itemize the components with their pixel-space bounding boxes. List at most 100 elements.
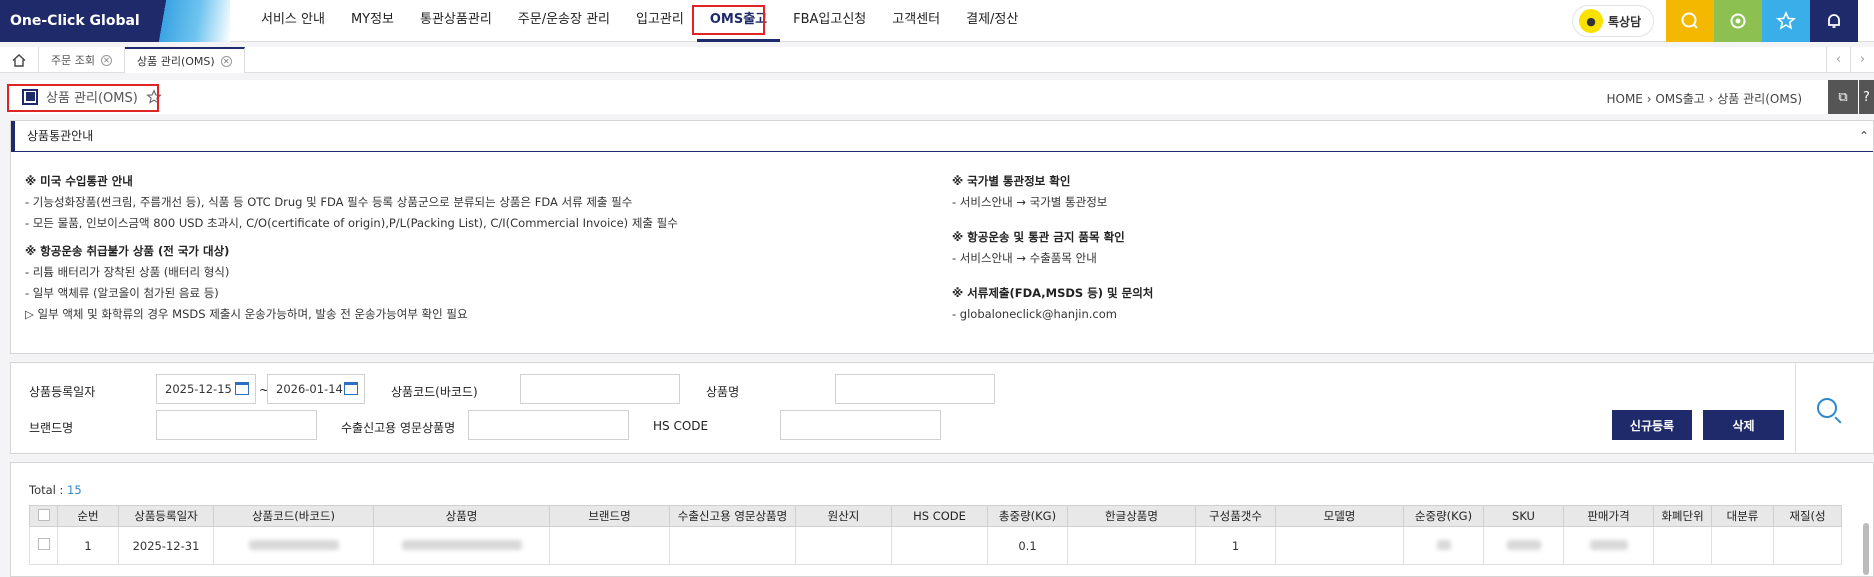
- cell-no: 1: [57, 526, 119, 565]
- menu-customs-products[interactable]: 통관상품관리: [407, 0, 505, 42]
- close-icon[interactable]: ✕: [220, 55, 232, 67]
- date-to-value: 2026-01-14: [276, 382, 343, 396]
- tab-label: 상품 관리(OMS): [136, 55, 215, 68]
- cell-currency: [1653, 526, 1712, 565]
- table-row[interactable]: 1 2025-12-31 0.1 1: [29, 526, 1842, 565]
- search-button[interactable]: [1795, 363, 1857, 453]
- bell-icon: [1828, 14, 1840, 28]
- highlight-box-title: [7, 84, 159, 112]
- column-header[interactable]: 재질(성: [1773, 505, 1842, 527]
- column-header[interactable]: 구성품갯수: [1195, 505, 1276, 527]
- help-button[interactable]: ?: [1859, 80, 1874, 114]
- close-icon[interactable]: ✕: [100, 54, 112, 66]
- kakao-chat-label: 톡상담: [1608, 14, 1642, 29]
- highlight-box-menu: [692, 5, 765, 35]
- menu-orders[interactable]: 주문/운송장 관리: [505, 0, 623, 42]
- column-header[interactable]: 대분류: [1711, 505, 1774, 527]
- quick-search-chat-button[interactable]: [1666, 0, 1714, 42]
- tab-bar: 주문 조회 ✕ 상품 관리(OMS) ✕ ‹ ›: [0, 47, 1874, 73]
- chat-bubble-icon: ●: [1579, 9, 1603, 33]
- column-header[interactable]: 총중량(KG): [987, 505, 1068, 527]
- cell-origin: [795, 526, 892, 565]
- tab-home[interactable]: [0, 47, 39, 73]
- hs-code-input[interactable]: [780, 410, 941, 440]
- row-checkbox[interactable]: [29, 526, 58, 565]
- cell-hs-code: [891, 526, 988, 565]
- export-name-label: 수출신고용 영문상품명: [341, 421, 456, 435]
- menu-inbound[interactable]: 입고관리: [623, 0, 697, 42]
- column-header[interactable]: 브랜드명: [549, 505, 670, 527]
- new-register-button[interactable]: 신규등록: [1612, 410, 1692, 440]
- menu-service[interactable]: 서비스 안내: [248, 0, 338, 42]
- chevron-up-icon[interactable]: ⌃: [1859, 121, 1869, 151]
- column-header[interactable]: 상품명: [373, 505, 550, 527]
- quick-favorite-button[interactable]: [1762, 0, 1810, 42]
- guide-heading: ※ 항공운송 및 통관 금지 품목 확인: [952, 230, 1125, 244]
- column-header[interactable]: 순중량(KG): [1403, 505, 1484, 527]
- guide-line: - globaloneclick@hanjin.com: [952, 307, 1117, 321]
- product-list-panel: Total : 15 순번 상품등록일자 상품코드(바코드) 상품명 브랜드명 …: [10, 462, 1874, 577]
- quick-notification-button[interactable]: [1810, 0, 1858, 42]
- guide-heading: ※ 항공운송 취급불가 상품 (전 국가 대상): [25, 244, 230, 258]
- cell-material: [1773, 526, 1842, 565]
- column-header[interactable]: 판매가격: [1563, 505, 1654, 527]
- column-header[interactable]: 순번: [57, 505, 119, 527]
- copy-button[interactable]: ⧉: [1828, 80, 1858, 114]
- cell-model: [1275, 526, 1404, 565]
- cell-date: 2025-12-31: [118, 526, 214, 565]
- logo[interactable]: One-Click Global: [0, 0, 230, 42]
- guide-heading: ※ 미국 수입통관 안내: [25, 174, 133, 188]
- select-all-checkbox[interactable]: [29, 505, 58, 527]
- chevron-right-icon[interactable]: ›: [1850, 47, 1874, 73]
- menu-my-info[interactable]: MY정보: [338, 0, 407, 42]
- guide-right-column: ※ 국가별 통관정보 확인 - 서비스안내 → 국가별 통관정보 ※ 항공운송 …: [952, 171, 1153, 325]
- chevron-left-icon[interactable]: ‹: [1826, 47, 1850, 73]
- column-header[interactable]: 수출신고용 영문상품명: [669, 505, 796, 527]
- column-header[interactable]: 한글상품명: [1067, 505, 1196, 527]
- menu-fba[interactable]: FBA입고신청: [780, 0, 879, 42]
- brand-label: 브랜드명: [29, 421, 74, 435]
- cell-category: [1711, 526, 1774, 565]
- star-icon: [1776, 11, 1796, 30]
- date-from-input[interactable]: 2025-12-15: [156, 374, 256, 404]
- product-name-input[interactable]: [835, 374, 995, 404]
- page-title-bar: 상품 관리(OMS) HOME › OMS출고 › 상품 관리(OMS) ⧉ ?: [10, 80, 1874, 114]
- kakao-chat-button[interactable]: ● 톡상담: [1572, 5, 1654, 37]
- cell-korean-name: [1067, 526, 1196, 565]
- brand-input[interactable]: [156, 410, 317, 440]
- delete-button[interactable]: 삭제: [1703, 410, 1784, 440]
- product-table: 순번 상품등록일자 상품코드(바코드) 상품명 브랜드명 수출신고용 영문상품명…: [29, 505, 1842, 565]
- vertical-scrollbar[interactable]: [1863, 523, 1869, 575]
- tab-order-search[interactable]: 주문 조회 ✕: [39, 47, 125, 73]
- date-from-value: 2025-12-15: [165, 382, 232, 396]
- search-panel: 상품등록일자 2025-12-15 ~ 2026-01-14 상품코드(바코드)…: [10, 362, 1874, 454]
- tab-product-management[interactable]: 상품 관리(OMS) ✕: [124, 47, 245, 73]
- export-name-input[interactable]: [468, 410, 629, 440]
- product-code-input[interactable]: [520, 374, 680, 404]
- column-header[interactable]: 원산지: [795, 505, 892, 527]
- column-header[interactable]: 상품등록일자: [118, 505, 214, 527]
- column-header[interactable]: 상품코드(바코드): [213, 505, 374, 527]
- column-header[interactable]: 모델명: [1275, 505, 1404, 527]
- menu-support[interactable]: 고객센터: [879, 0, 953, 42]
- calendar-icon[interactable]: [344, 382, 358, 395]
- guide-heading: ※ 국가별 통관정보 확인: [952, 174, 1071, 188]
- guide-line: - 서비스안내 → 국가별 통관정보: [952, 195, 1108, 209]
- cell-weight: 0.1: [987, 526, 1068, 565]
- search-icon: [1816, 398, 1837, 418]
- guide-title: 상품통관안내: [27, 129, 94, 143]
- quick-settings-button[interactable]: [1714, 0, 1762, 42]
- date-to-input[interactable]: 2026-01-14: [267, 374, 365, 404]
- calendar-icon[interactable]: [235, 382, 249, 395]
- guide-line: - 모든 물품, 인보이스금액 800 USD 초과시, C/O(certifi…: [25, 216, 678, 230]
- column-header[interactable]: 화폐단위: [1653, 505, 1712, 527]
- main-menu: 서비스 안내 MY정보 통관상품관리 주문/운송장 관리 입고관리 OMS출고 …: [248, 0, 1031, 42]
- guide-header[interactable]: 상품통관안내 ⌃: [11, 121, 1873, 152]
- tab-label: 주문 조회: [51, 54, 95, 67]
- menu-payment[interactable]: 결제/정산: [953, 0, 1031, 42]
- guide-line: - 리튬 배터리가 장착된 상품 (배터리 형식): [25, 265, 230, 279]
- guide-line: - 서비스안내 → 수출품목 안내: [952, 251, 1097, 265]
- column-header[interactable]: SKU: [1483, 505, 1564, 527]
- column-header[interactable]: HS CODE: [891, 505, 988, 527]
- breadcrumb: HOME › OMS출고 › 상품 관리(OMS): [1606, 92, 1802, 106]
